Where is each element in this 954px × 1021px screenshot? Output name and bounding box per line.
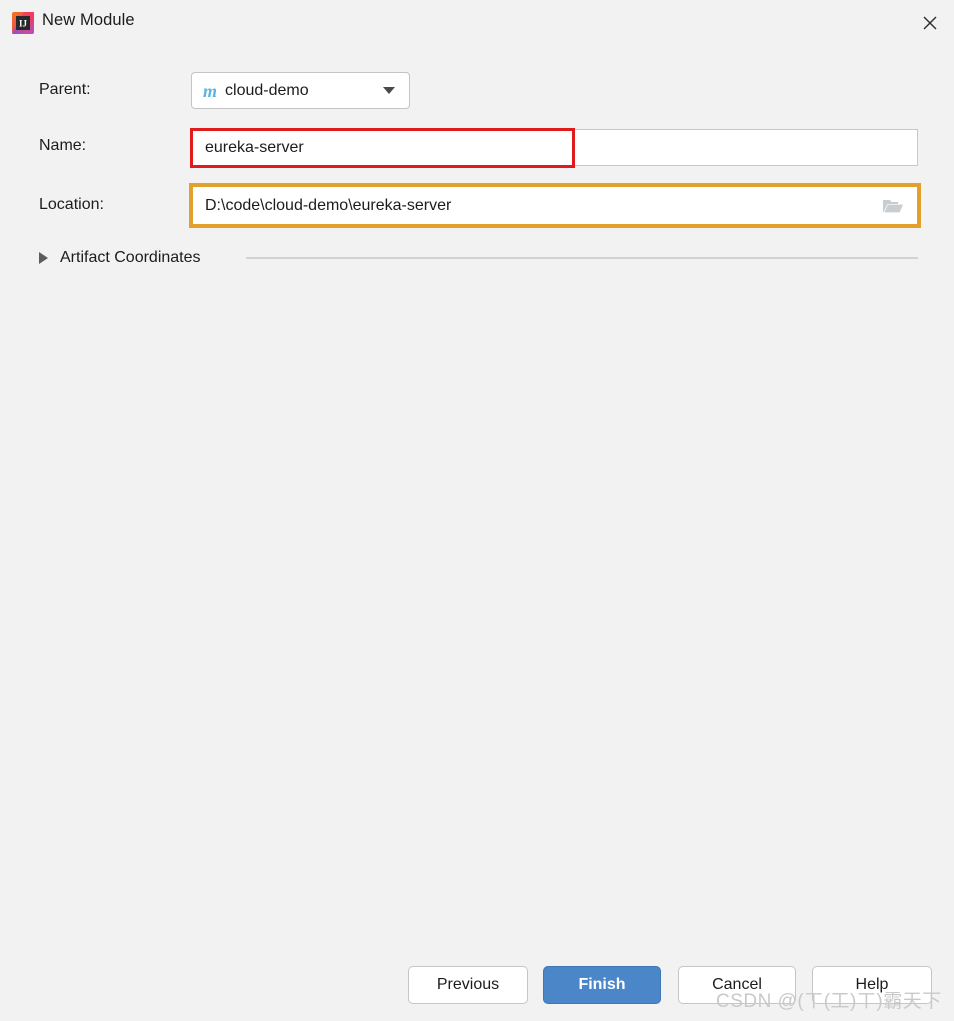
- folder-open-icon[interactable]: [882, 197, 904, 215]
- name-input[interactable]: eureka-server: [191, 129, 918, 166]
- location-input[interactable]: D:\code\cloud-demo\eureka-server: [192, 186, 918, 225]
- parent-module-value: cloud-demo: [225, 81, 309, 99]
- window-title: New Module: [42, 11, 135, 29]
- parent-label: Parent:: [39, 81, 91, 98]
- artifact-coordinates-label: Artifact Coordinates: [60, 249, 201, 266]
- parent-module-combobox[interactable]: m cloud-demo: [191, 72, 410, 109]
- intellij-idea-icon: IJ: [12, 12, 34, 34]
- close-icon[interactable]: [906, 0, 954, 45]
- artifact-coordinates-separator: [246, 257, 918, 259]
- location-label: Location:: [39, 196, 104, 213]
- previous-button[interactable]: Previous: [408, 966, 528, 1004]
- svg-text:IJ: IJ: [19, 19, 28, 29]
- location-input-value: D:\code\cloud-demo\eureka-server: [205, 196, 452, 214]
- chevron-down-icon[interactable]: [383, 87, 395, 94]
- cancel-button[interactable]: Cancel: [678, 966, 796, 1004]
- help-button[interactable]: Help: [812, 966, 932, 1004]
- window-titlebar: IJ New Module: [0, 0, 954, 45]
- name-label: Name:: [39, 137, 87, 154]
- artifact-coordinates-toggle[interactable]: Artifact Coordinates: [39, 246, 201, 270]
- triangle-right-icon: [39, 252, 48, 264]
- maven-module-icon: m: [203, 80, 218, 101]
- finish-button[interactable]: Finish: [543, 966, 661, 1004]
- name-input-value: eureka-server: [205, 138, 304, 156]
